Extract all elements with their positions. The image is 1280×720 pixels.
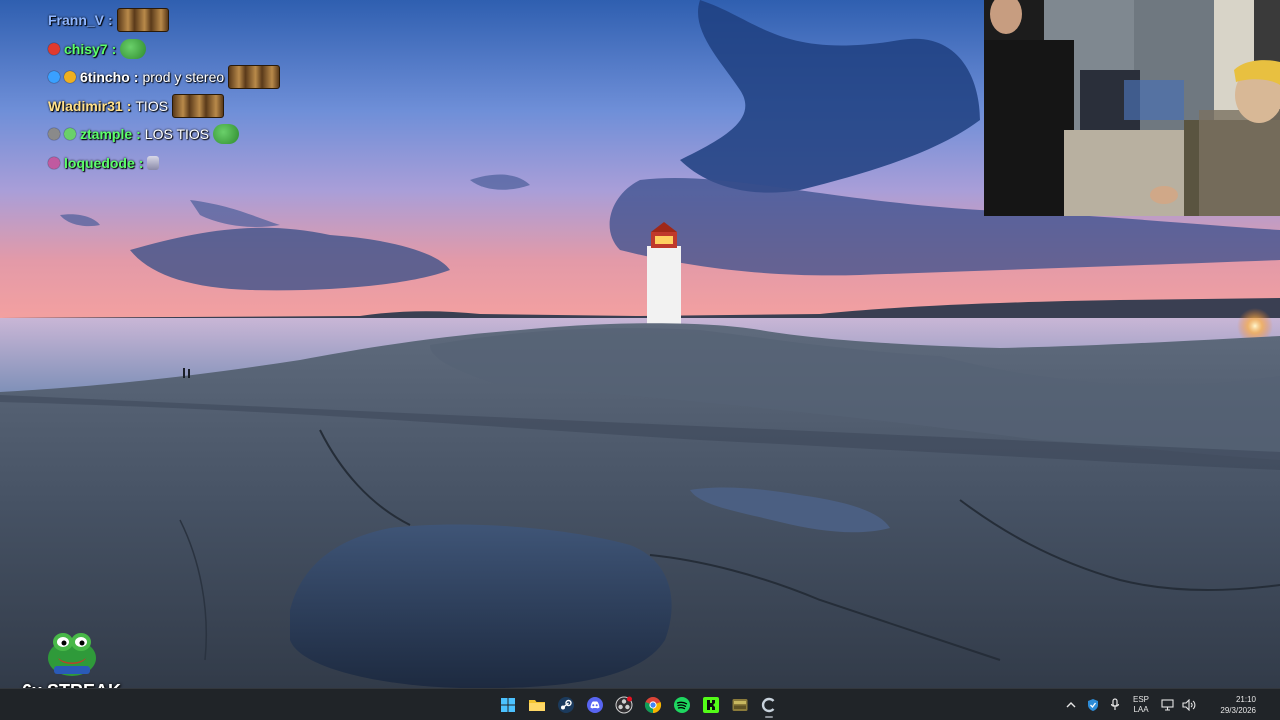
chat-badge-icon [64, 128, 76, 141]
chat-username: ztample [80, 126, 133, 143]
taskbar-spotify[interactable] [668, 692, 696, 718]
webcam-feed [984, 0, 1280, 216]
obs-icon [615, 696, 633, 714]
taskbar-kick[interactable] [697, 692, 725, 718]
chat-message-text: prod y stereo [142, 69, 225, 86]
system-tray: ESP LAA 21:10 29/3/2026 [1060, 689, 1280, 720]
clock-time: 21:10 [1235, 694, 1256, 704]
chat-badge-icon [48, 42, 60, 55]
pepe-emote-icon [48, 633, 96, 676]
chat-username: chisy7 [64, 40, 108, 57]
chat-message: Frann_V: [48, 6, 408, 35]
tray-app-icon[interactable] [1082, 693, 1104, 717]
chat-emote-icon [228, 65, 281, 90]
chat-separator: : [133, 69, 139, 86]
lighthouse [647, 222, 681, 324]
chat-badge-icon [48, 156, 60, 169]
chat-message-text: TIOS [135, 97, 169, 114]
chat-username: loquedode [64, 154, 135, 171]
chat-emote-icon [120, 38, 147, 59]
shield-check-icon [1088, 698, 1098, 711]
taskbar-app-list [494, 692, 783, 718]
start-button[interactable] [494, 692, 522, 718]
chat-badge-icon [64, 71, 76, 84]
chat-overlay: Frann_V: chisy7:6tincho: prod y stereo Wlad… [48, 6, 408, 177]
webcam-overlay [984, 0, 1280, 216]
chat-separator: : [108, 12, 113, 29]
taskbar-app-box[interactable] [726, 692, 754, 718]
windows-icon [500, 697, 516, 713]
chat-username: Frann_V [48, 12, 105, 29]
chat-emote-icon [116, 8, 169, 33]
chrome-icon [644, 696, 662, 714]
network-button[interactable] [1156, 693, 1178, 717]
chat-emote-icon [172, 93, 225, 118]
spotify-icon [673, 696, 691, 714]
keyboard-layout: LAA [1133, 704, 1149, 714]
chat-badge-icon [48, 71, 60, 84]
chat-emote-icon [147, 155, 160, 170]
microphone-button[interactable] [1104, 693, 1126, 717]
chat-message: 6tincho: prod y stereo [48, 63, 408, 92]
chat-badge-icon [48, 128, 60, 141]
speaker-icon [1182, 698, 1196, 711]
chat-message: chisy7: [48, 35, 408, 64]
show-hidden-icons-button[interactable] [1060, 693, 1082, 717]
c-icon [760, 696, 778, 714]
taskbar-file-explorer[interactable] [523, 692, 551, 718]
taskbar-discord[interactable] [581, 692, 609, 718]
discord-icon [586, 696, 604, 714]
language-indicator[interactable]: ESP LAA [1126, 695, 1156, 715]
taskbar: ESP LAA 21:10 29/3/2026 [0, 688, 1280, 720]
chat-message-text: LOS TIOS [144, 126, 210, 143]
chat-username: Wladimir31 [48, 97, 123, 114]
chat-emote-icon [213, 124, 240, 145]
steam-icon [557, 696, 575, 714]
chat-separator: : [138, 154, 144, 171]
microphone-icon [1110, 697, 1120, 710]
folder-icon [528, 697, 546, 713]
chat-message: loquedode: [48, 149, 408, 178]
chat-message: ztample: LOS TIOS [48, 120, 408, 149]
kick-icon [702, 696, 720, 714]
taskbar-chrome[interactable] [639, 692, 667, 718]
box-icon [731, 696, 749, 714]
language-code: ESP [1132, 694, 1149, 704]
clock-date: 29/3/2026 [1220, 705, 1256, 715]
chat-separator: : [111, 40, 117, 57]
network-icon [1160, 698, 1174, 711]
chat-separator: : [126, 97, 132, 114]
chat-message: Wladimir31: TIOS [48, 92, 408, 121]
taskbar-obs[interactable] [610, 692, 638, 718]
taskbar-app-c[interactable] [755, 692, 783, 718]
chevron-up-icon [1066, 701, 1076, 707]
volume-button[interactable] [1178, 693, 1200, 717]
clock-button[interactable]: 21:10 29/3/2026 [1200, 694, 1280, 716]
chat-username: 6tincho [80, 69, 130, 86]
chat-separator: : [136, 126, 141, 143]
taskbar-steam[interactable] [552, 692, 580, 718]
